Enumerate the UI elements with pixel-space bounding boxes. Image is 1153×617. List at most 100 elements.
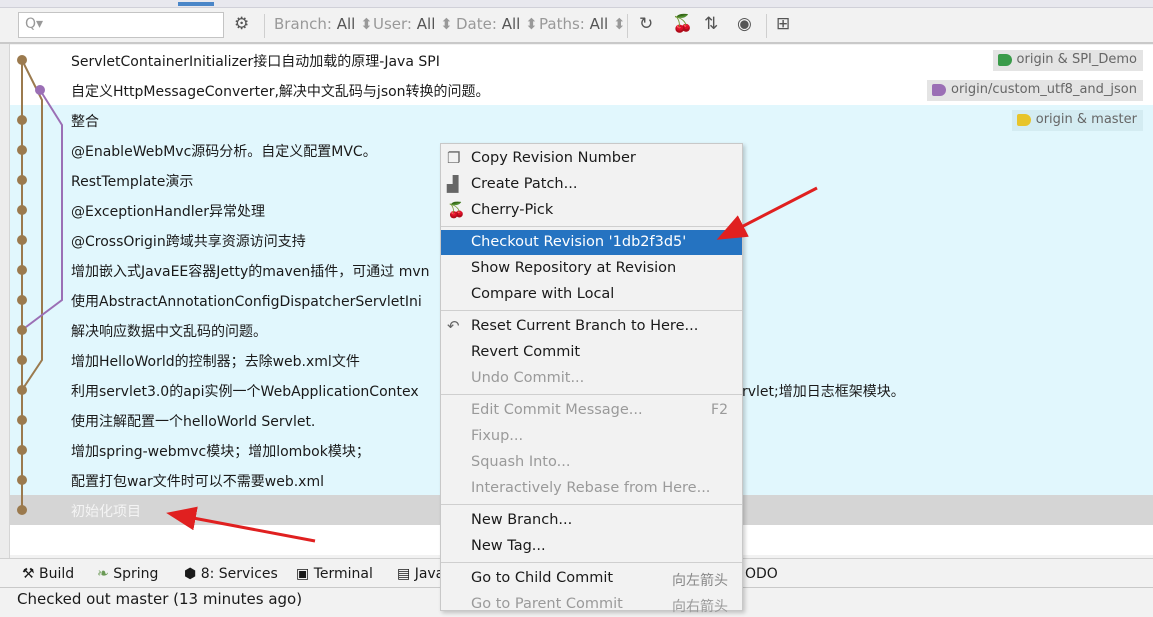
menu-item-label: Create Patch...	[471, 176, 578, 192]
filter-value: All	[589, 15, 609, 33]
commit-message: 自定义HttpMessageConverter,解决中文乱码与json转换的问题…	[71, 84, 490, 100]
cherry-pick-icon[interactable]: 🍒	[672, 14, 693, 34]
commit-message: 使用注解配置一个helloWorld Servlet.	[71, 414, 316, 430]
branch-filter[interactable]: Branch: All ⬍	[274, 15, 373, 33]
filter-value: All	[501, 15, 521, 33]
menu-separator	[441, 226, 742, 227]
commit-message: 增加嵌入式JavaEE容器Jetty的maven插件，可通过 mvn	[71, 264, 430, 280]
menu-shortcut: F2	[711, 402, 728, 418]
commit-message: 增加HelloWorld的控制器；去除web.xml文件	[71, 354, 360, 370]
menu-item-reset-current-branch-to-here[interactable]: ↶ Reset Current Branch to Here...	[441, 314, 742, 339]
menu-item-edit-commit-message: Edit Commit Message... F2	[441, 398, 742, 423]
divider	[766, 14, 767, 38]
menu-item-interactively-rebase-from-here: Interactively Rebase from Here...	[441, 476, 742, 501]
menu-item-label: Revert Commit	[471, 344, 581, 360]
commit-message: @ExceptionHandler异常处理	[71, 204, 266, 220]
java-icon: ▤	[397, 566, 411, 582]
menu-separator	[441, 504, 742, 505]
expand-icon[interactable]: ⊞	[776, 14, 790, 34]
menu-item-squash-into: Squash Into...	[441, 450, 742, 475]
menu-item-label: Show Repository at Revision	[471, 260, 677, 276]
menu-item-label: Interactively Rebase from Here...	[471, 480, 711, 496]
branch-tag: origin/custom_utf8_and_json	[927, 80, 1143, 101]
tool-label: 8: Services	[200, 566, 278, 582]
refresh-icon[interactable]: ↻	[639, 14, 653, 34]
search-input[interactable]: Q▾	[18, 12, 224, 38]
menu-item-go-to-child-commit[interactable]: Go to Child Commit 向左箭头	[441, 566, 742, 591]
log-toolbar: Q▾ ⚙ Branch: All ⬍ User: All ⬍ Date: All…	[0, 8, 1153, 44]
commit-message: @EnableWebMvc源码分析。自定义配置MVC。	[71, 144, 377, 160]
menu-item-label: Go to Child Commit	[471, 570, 614, 586]
filter-value: All	[336, 15, 356, 33]
tool-label: ODO	[745, 566, 778, 582]
patch-icon: ▟	[447, 175, 459, 193]
menu-separator	[441, 310, 742, 311]
commit-row[interactable]: ServletContainerInitializer接口自动加载的原理-Jav…	[10, 45, 1153, 75]
left-tool-strip	[0, 44, 10, 558]
menu-item-label: New Tag...	[471, 538, 546, 554]
branch-tag: origin & master	[1011, 110, 1143, 131]
tool-label: Terminal	[313, 566, 373, 582]
terminal-tool-button[interactable]: ▣ Terminal	[296, 566, 373, 582]
menu-item-label: Cherry-Pick	[471, 202, 554, 218]
spring-tool-button[interactable]: ❧ Spring	[97, 566, 158, 582]
menu-item-label: Undo Commit...	[471, 370, 585, 386]
menu-item-new-branch[interactable]: New Branch...	[441, 508, 742, 533]
tag-label: origin & master	[1035, 112, 1137, 127]
commit-message: 利用servlet3.0的api实例一个WebApplicationContex	[71, 384, 419, 400]
menu-item-label: Squash Into...	[471, 454, 571, 470]
filter-label: Branch:	[274, 15, 332, 33]
menu-separator	[441, 394, 742, 395]
filter-label: Paths:	[539, 15, 585, 33]
menu-item-go-to-parent-commit: Go to Parent Commit 向右箭头	[441, 592, 742, 617]
filter-value: All	[416, 15, 436, 33]
menu-item-copy-revision-number[interactable]: ❐ Copy Revision Number	[441, 146, 742, 171]
tab-strip	[0, 0, 1153, 8]
user-filter[interactable]: User: All ⬍	[373, 15, 453, 33]
menu-item-label: Reset Current Branch to Here...	[471, 318, 699, 334]
eye-icon[interactable]: ◉	[737, 14, 752, 34]
menu-item-label: Fixup...	[471, 428, 524, 444]
build-tool-button[interactable]: ⚒ Build	[22, 566, 74, 582]
menu-separator	[441, 562, 742, 563]
divider	[264, 14, 265, 38]
commit-message: 配置打包war文件时可以不需要web.xml	[71, 474, 324, 490]
copy-icon: ❐	[447, 149, 461, 167]
branch-tag: origin & SPI_Demo	[992, 50, 1143, 71]
commit-message: 初始化项目	[71, 504, 141, 520]
commit-message: RestTemplate演示	[71, 174, 194, 190]
menu-item-label: Copy Revision Number	[471, 150, 636, 166]
tag-icon	[997, 54, 1012, 66]
filter-label: Date:	[456, 15, 497, 33]
todo-tool-button[interactable]: ODO	[745, 566, 778, 582]
menu-item-new-tag[interactable]: New Tag...	[441, 534, 742, 559]
context-menu: ❐ Copy Revision Number ▟ Create Patch... 🍒 Ch…	[440, 143, 743, 615]
commit-row[interactable]: 整合 origin & master	[10, 105, 1153, 135]
menu-item-undo-commit: Undo Commit...	[441, 366, 742, 391]
commit-message-tail: rvlet;增加日志框架模块。	[742, 384, 905, 400]
cherry-icon: 🍒	[447, 201, 466, 219]
menu-item-revert-commit[interactable]: Revert Commit	[441, 340, 742, 365]
menu-item-label: New Branch...	[471, 512, 573, 528]
gear-icon[interactable]: ⚙	[234, 14, 249, 34]
menu-item-checkout-revision-1db2f3d5[interactable]: Checkout Revision '1db2f3d5'	[441, 230, 742, 255]
commit-message: 解决响应数据中文乱码的问题。	[71, 324, 267, 340]
commit-message: @CrossOrigin跨域共享资源访问支持	[71, 234, 306, 250]
paths-filter[interactable]: Paths: All ⬍	[539, 15, 626, 33]
services-tool-button[interactable]: ⬢ 8: Services	[184, 566, 278, 582]
menu-item-label: Checkout Revision '1db2f3d5'	[471, 234, 687, 250]
date-filter[interactable]: Date: All ⬍	[456, 15, 538, 33]
menu-item-compare-with-local[interactable]: Compare with Local	[441, 282, 742, 307]
menu-item-create-patch[interactable]: ▟ Create Patch...	[441, 172, 742, 197]
commit-row[interactable]: 自定义HttpMessageConverter,解决中文乱码与json转换的问题…	[10, 75, 1153, 105]
commit-message: 使用AbstractAnnotationConfigDispatcherServ…	[71, 294, 422, 310]
terminal-icon: ▣	[296, 566, 310, 582]
status-text: Checked out master (13 minutes ago)	[17, 590, 303, 608]
menu-item-show-repository-at-revision[interactable]: Show Repository at Revision	[441, 256, 742, 281]
sort-icon[interactable]: ⇅	[704, 14, 718, 34]
commit-message: 整合	[71, 114, 99, 130]
java-tool-button[interactable]: ▤ Java	[397, 566, 444, 582]
menu-item-cherry-pick[interactable]: 🍒 Cherry-Pick	[441, 198, 742, 223]
menu-shortcut: 向左箭头	[672, 573, 728, 589]
menu-item-label: Edit Commit Message...	[471, 402, 643, 418]
